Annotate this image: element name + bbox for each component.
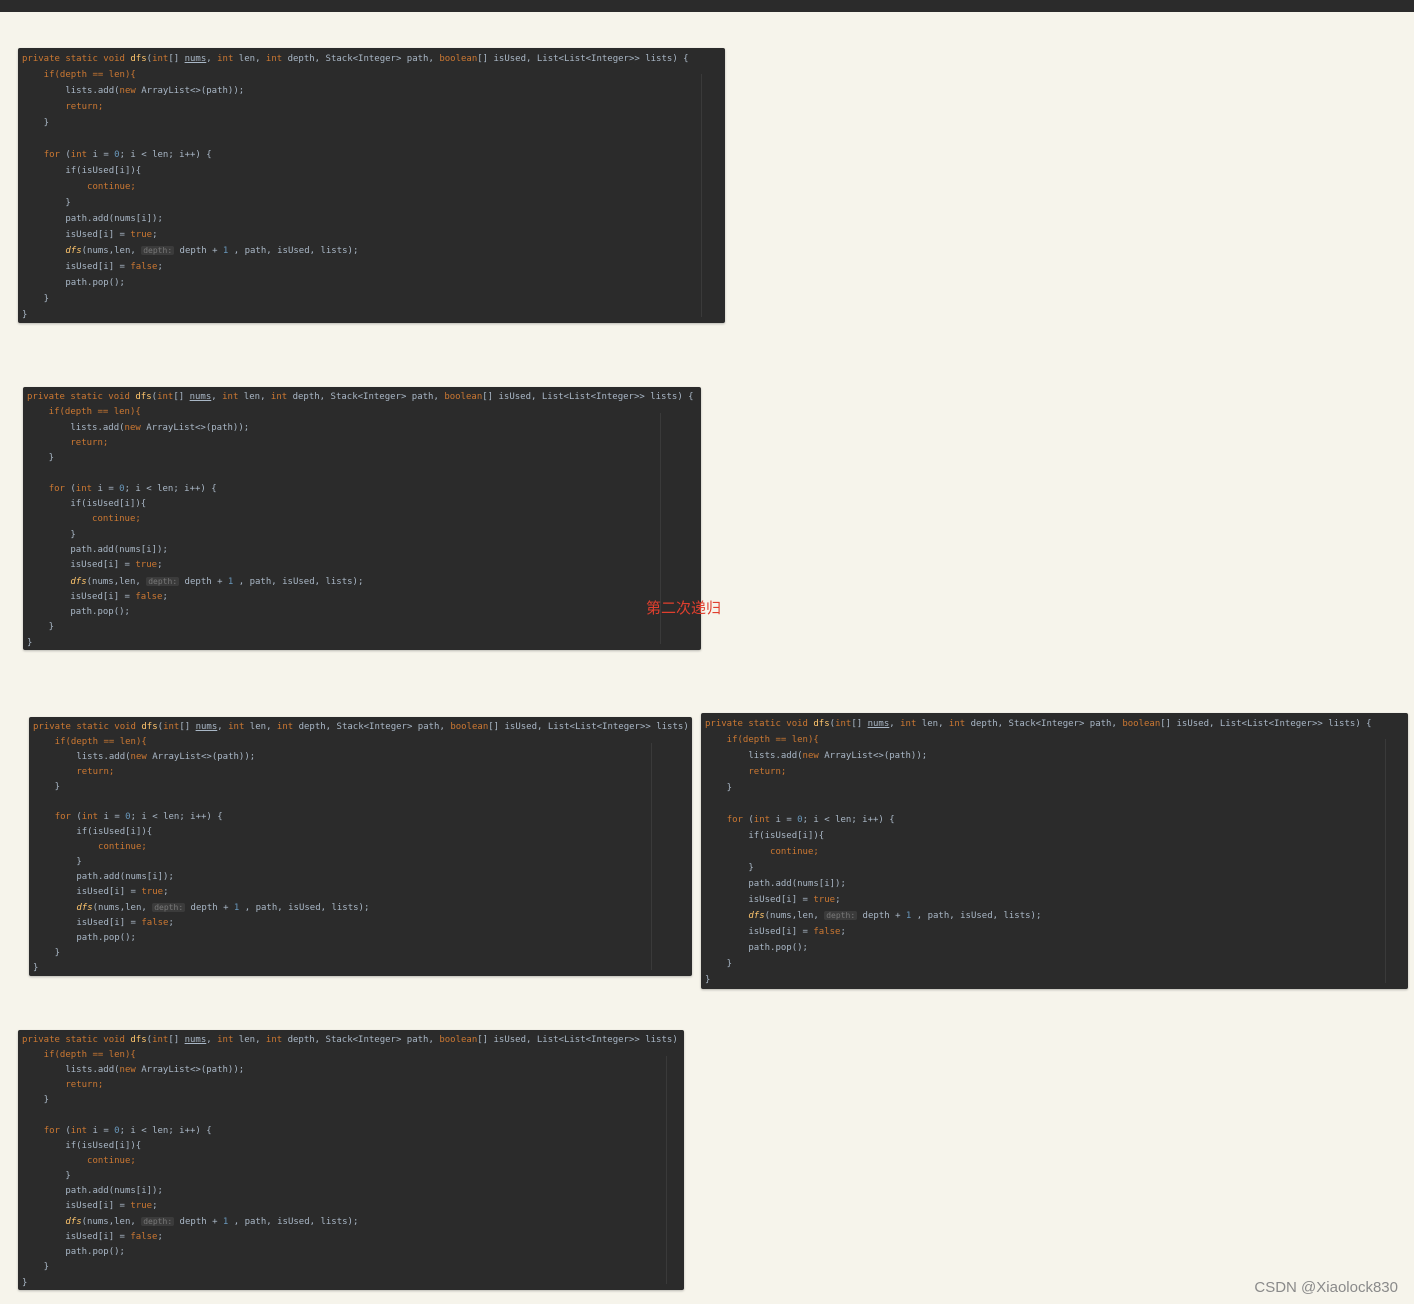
indent-guide <box>701 74 702 317</box>
code-panel-4: private static void dfs(int[] nums, int … <box>701 713 1408 989</box>
second-recursion-label: 第二次递归 <box>646 599 722 617</box>
indent-guide <box>666 1056 667 1284</box>
code-block: private static void dfs(int[] nums, int … <box>33 722 692 973</box>
indent-guide <box>651 743 652 970</box>
code-block: private static void dfs(int[] nums, int … <box>22 1035 684 1288</box>
code-panel-2: private static void dfs(int[] nums, int … <box>23 387 701 650</box>
watermark: CSDN @Xiaolock830 <box>1254 1279 1398 1296</box>
method-name: dfs <box>130 54 147 64</box>
top-bar <box>0 0 1414 12</box>
base-case-if: if(depth == len){ <box>22 70 136 80</box>
indent-guide <box>1385 739 1386 983</box>
code-panel-5: private static void dfs(int[] nums, int … <box>18 1030 684 1290</box>
code-block: private static void dfs(int[] nums, int … <box>27 392 694 648</box>
signature-modifiers: private static void <box>22 54 131 64</box>
code-panel-3: private static void dfs(int[] nums, int … <box>29 717 692 976</box>
code-panel-1: private static void dfs(int[] nums, int … <box>18 48 725 323</box>
code-block: private static void dfs(int[] nums, int … <box>705 719 1372 985</box>
code-block: private static void dfs(int[] nums, int … <box>22 54 689 320</box>
